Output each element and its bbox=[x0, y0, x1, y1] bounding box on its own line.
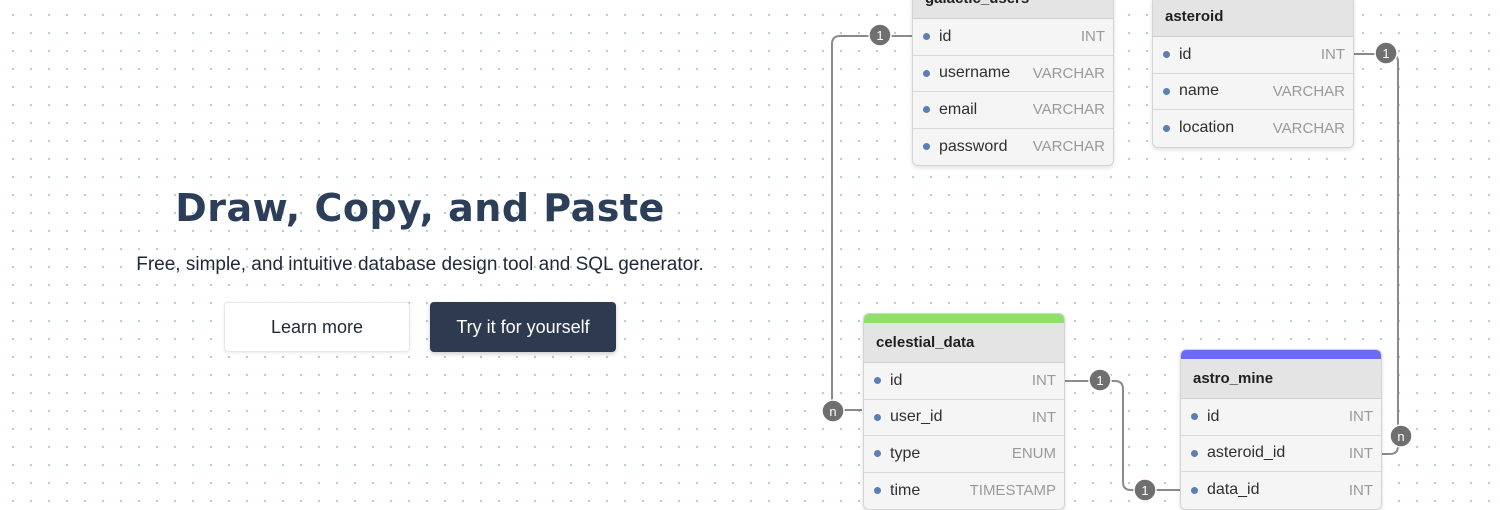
field-dot-icon bbox=[1191, 449, 1198, 457]
field-name: username bbox=[939, 64, 1011, 82]
table-header[interactable]: galactic_users bbox=[913, 0, 1113, 19]
table-field-row[interactable]: user_id INT bbox=[864, 399, 1064, 436]
table-color-strip bbox=[864, 314, 1064, 323]
field-type: VARCHAR bbox=[1272, 82, 1345, 100]
field-name: location bbox=[1179, 119, 1235, 137]
table-field-row[interactable]: username VARCHAR bbox=[913, 55, 1113, 92]
cardinality-badge: n bbox=[821, 399, 845, 423]
field-dot-icon bbox=[923, 106, 930, 114]
svg-text:1: 1 bbox=[1096, 373, 1103, 388]
svg-text:1: 1 bbox=[1382, 46, 1389, 61]
field-dot-icon bbox=[1191, 486, 1198, 494]
field-type: INT bbox=[1348, 444, 1373, 462]
svg-text:1: 1 bbox=[876, 28, 883, 43]
svg-text:n: n bbox=[1397, 429, 1404, 444]
field-dot-icon bbox=[923, 33, 930, 41]
field-type: INT bbox=[1031, 408, 1056, 426]
field-type: INT bbox=[1320, 46, 1345, 64]
table-header[interactable]: celestial_data bbox=[864, 323, 1064, 363]
table-field-row[interactable]: password VARCHAR bbox=[913, 128, 1113, 165]
field-type: TIMESTAMP bbox=[969, 482, 1056, 500]
field-dot-icon bbox=[874, 487, 881, 495]
table-field-row[interactable]: id INT bbox=[913, 19, 1113, 56]
table-field-row[interactable]: id INT bbox=[1153, 37, 1353, 74]
cardinality-badge: 1 bbox=[1374, 41, 1398, 65]
table-field-row[interactable]: name VARCHAR bbox=[1153, 73, 1353, 110]
field-type: VARCHAR bbox=[1032, 138, 1105, 156]
svg-text:1: 1 bbox=[1141, 483, 1148, 498]
table-field-row[interactable]: data_id INT bbox=[1181, 472, 1381, 509]
field-name: password bbox=[939, 137, 1008, 155]
table-field-row[interactable]: type ENUM bbox=[864, 436, 1064, 473]
table-field-row[interactable]: email VARCHAR bbox=[913, 92, 1113, 129]
table-field-row[interactable]: id INT bbox=[864, 363, 1064, 400]
table-field-row[interactable]: asteroid_id INT bbox=[1181, 435, 1381, 472]
field-type: INT bbox=[1031, 372, 1056, 390]
field-type: VARCHAR bbox=[1032, 101, 1105, 119]
field-type: ENUM bbox=[1011, 445, 1056, 463]
field-dot-icon bbox=[874, 413, 881, 421]
field-dot-icon bbox=[1163, 87, 1170, 95]
field-name: user_id bbox=[890, 408, 943, 426]
table-field-row[interactable]: time TIMESTAMP bbox=[864, 472, 1064, 509]
field-name: data_id bbox=[1207, 481, 1260, 499]
field-type: VARCHAR bbox=[1032, 64, 1105, 82]
relationship-line-celestial-astromine[interactable] bbox=[1065, 380, 1180, 491]
field-dot-icon bbox=[874, 450, 881, 458]
field-name: asteroid_id bbox=[1207, 444, 1286, 462]
table-header[interactable]: asteroid bbox=[1153, 0, 1353, 37]
field-dot-icon bbox=[1191, 413, 1198, 421]
cardinality-badge: 1 bbox=[868, 23, 892, 47]
field-dot-icon bbox=[923, 143, 930, 151]
table-field-row[interactable]: location VARCHAR bbox=[1153, 110, 1353, 147]
field-dot-icon bbox=[1163, 124, 1170, 132]
table-header[interactable]: astro_mine bbox=[1181, 359, 1381, 399]
field-type: VARCHAR bbox=[1272, 119, 1345, 137]
field-dot-icon bbox=[874, 377, 881, 385]
cardinality-badge: 1 bbox=[1088, 368, 1112, 392]
field-dot-icon bbox=[923, 69, 930, 77]
field-name: id bbox=[939, 27, 952, 45]
field-type: INT bbox=[1080, 28, 1105, 46]
table-asteroid[interactable]: asteroid id INT name VARCHAR location VA… bbox=[1152, 0, 1354, 148]
table-galactic-users[interactable]: galactic_users id INT username VARCHAR e… bbox=[912, 0, 1114, 166]
table-astro-mine[interactable]: astro_mine id INT asteroid_id INT data_i… bbox=[1180, 349, 1382, 510]
cardinality-badge: n bbox=[1389, 424, 1413, 448]
field-name: time bbox=[890, 481, 921, 499]
field-type: INT bbox=[1348, 408, 1373, 426]
field-type: INT bbox=[1348, 481, 1373, 499]
field-dot-icon bbox=[1163, 51, 1170, 59]
table-color-strip bbox=[1181, 350, 1381, 359]
field-name: type bbox=[890, 444, 921, 462]
table-celestial-data[interactable]: celestial_data id INT user_id INT type E… bbox=[863, 313, 1065, 510]
cardinality-badge: 1 bbox=[1133, 478, 1157, 502]
svg-text:n: n bbox=[829, 404, 836, 419]
field-name: id bbox=[890, 371, 903, 389]
field-name: email bbox=[939, 100, 978, 118]
field-name: id bbox=[1207, 407, 1220, 425]
field-name: name bbox=[1179, 82, 1220, 100]
table-field-row[interactable]: id INT bbox=[1181, 399, 1381, 436]
field-name: id bbox=[1179, 45, 1192, 63]
